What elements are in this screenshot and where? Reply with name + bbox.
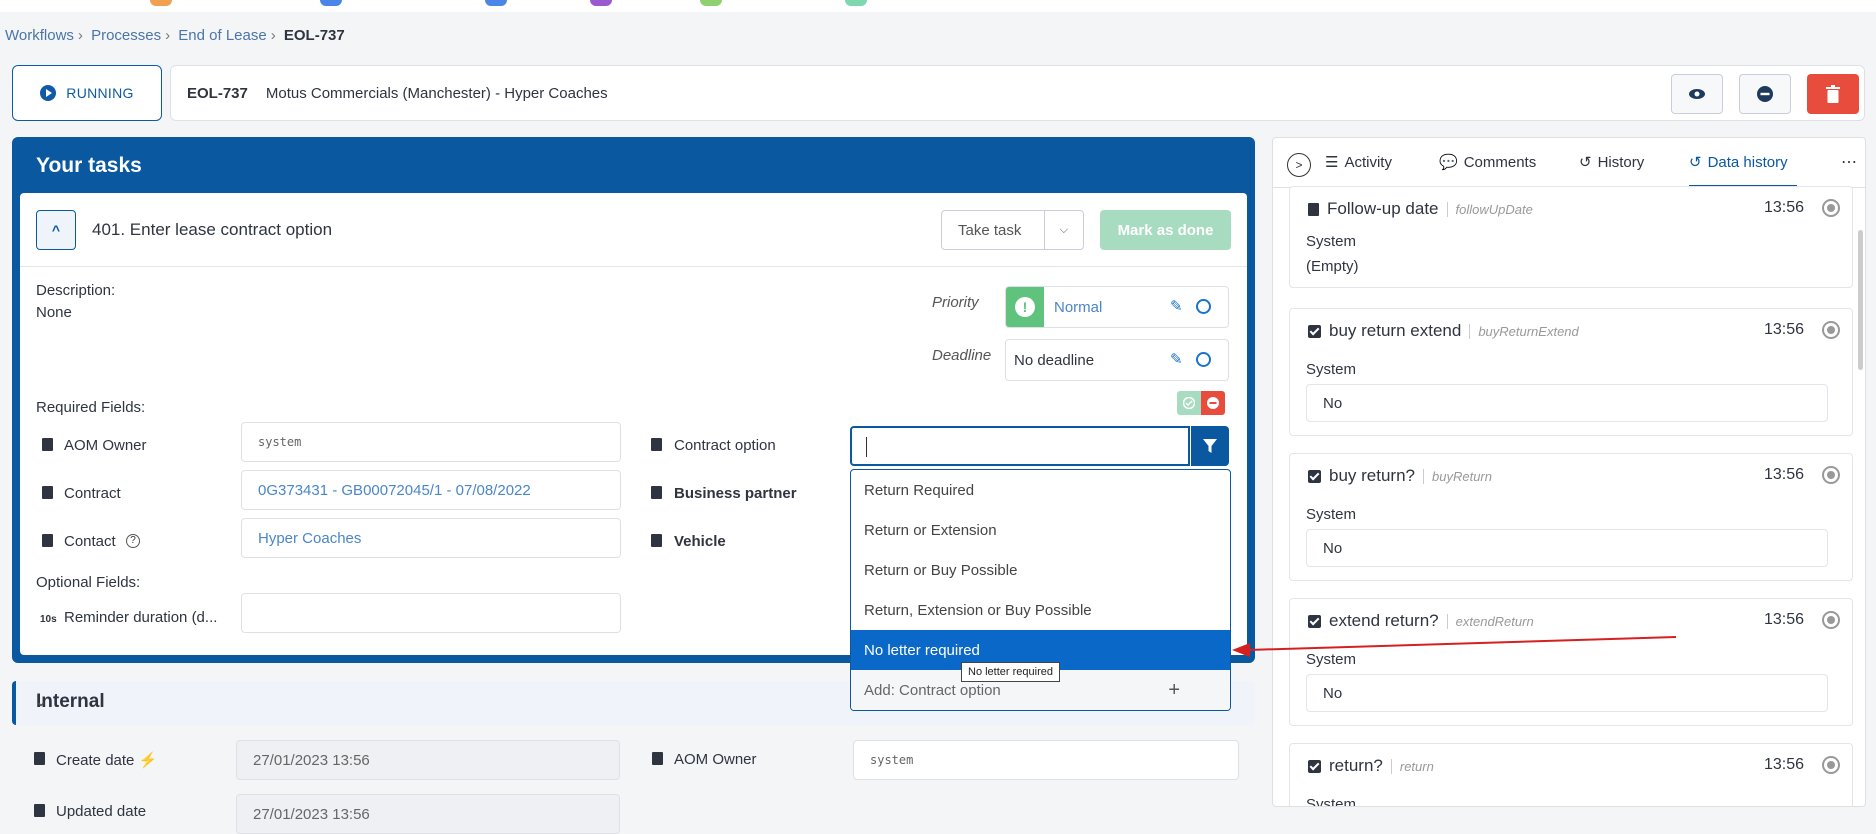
- annotation-arrow: [1232, 636, 1677, 657]
